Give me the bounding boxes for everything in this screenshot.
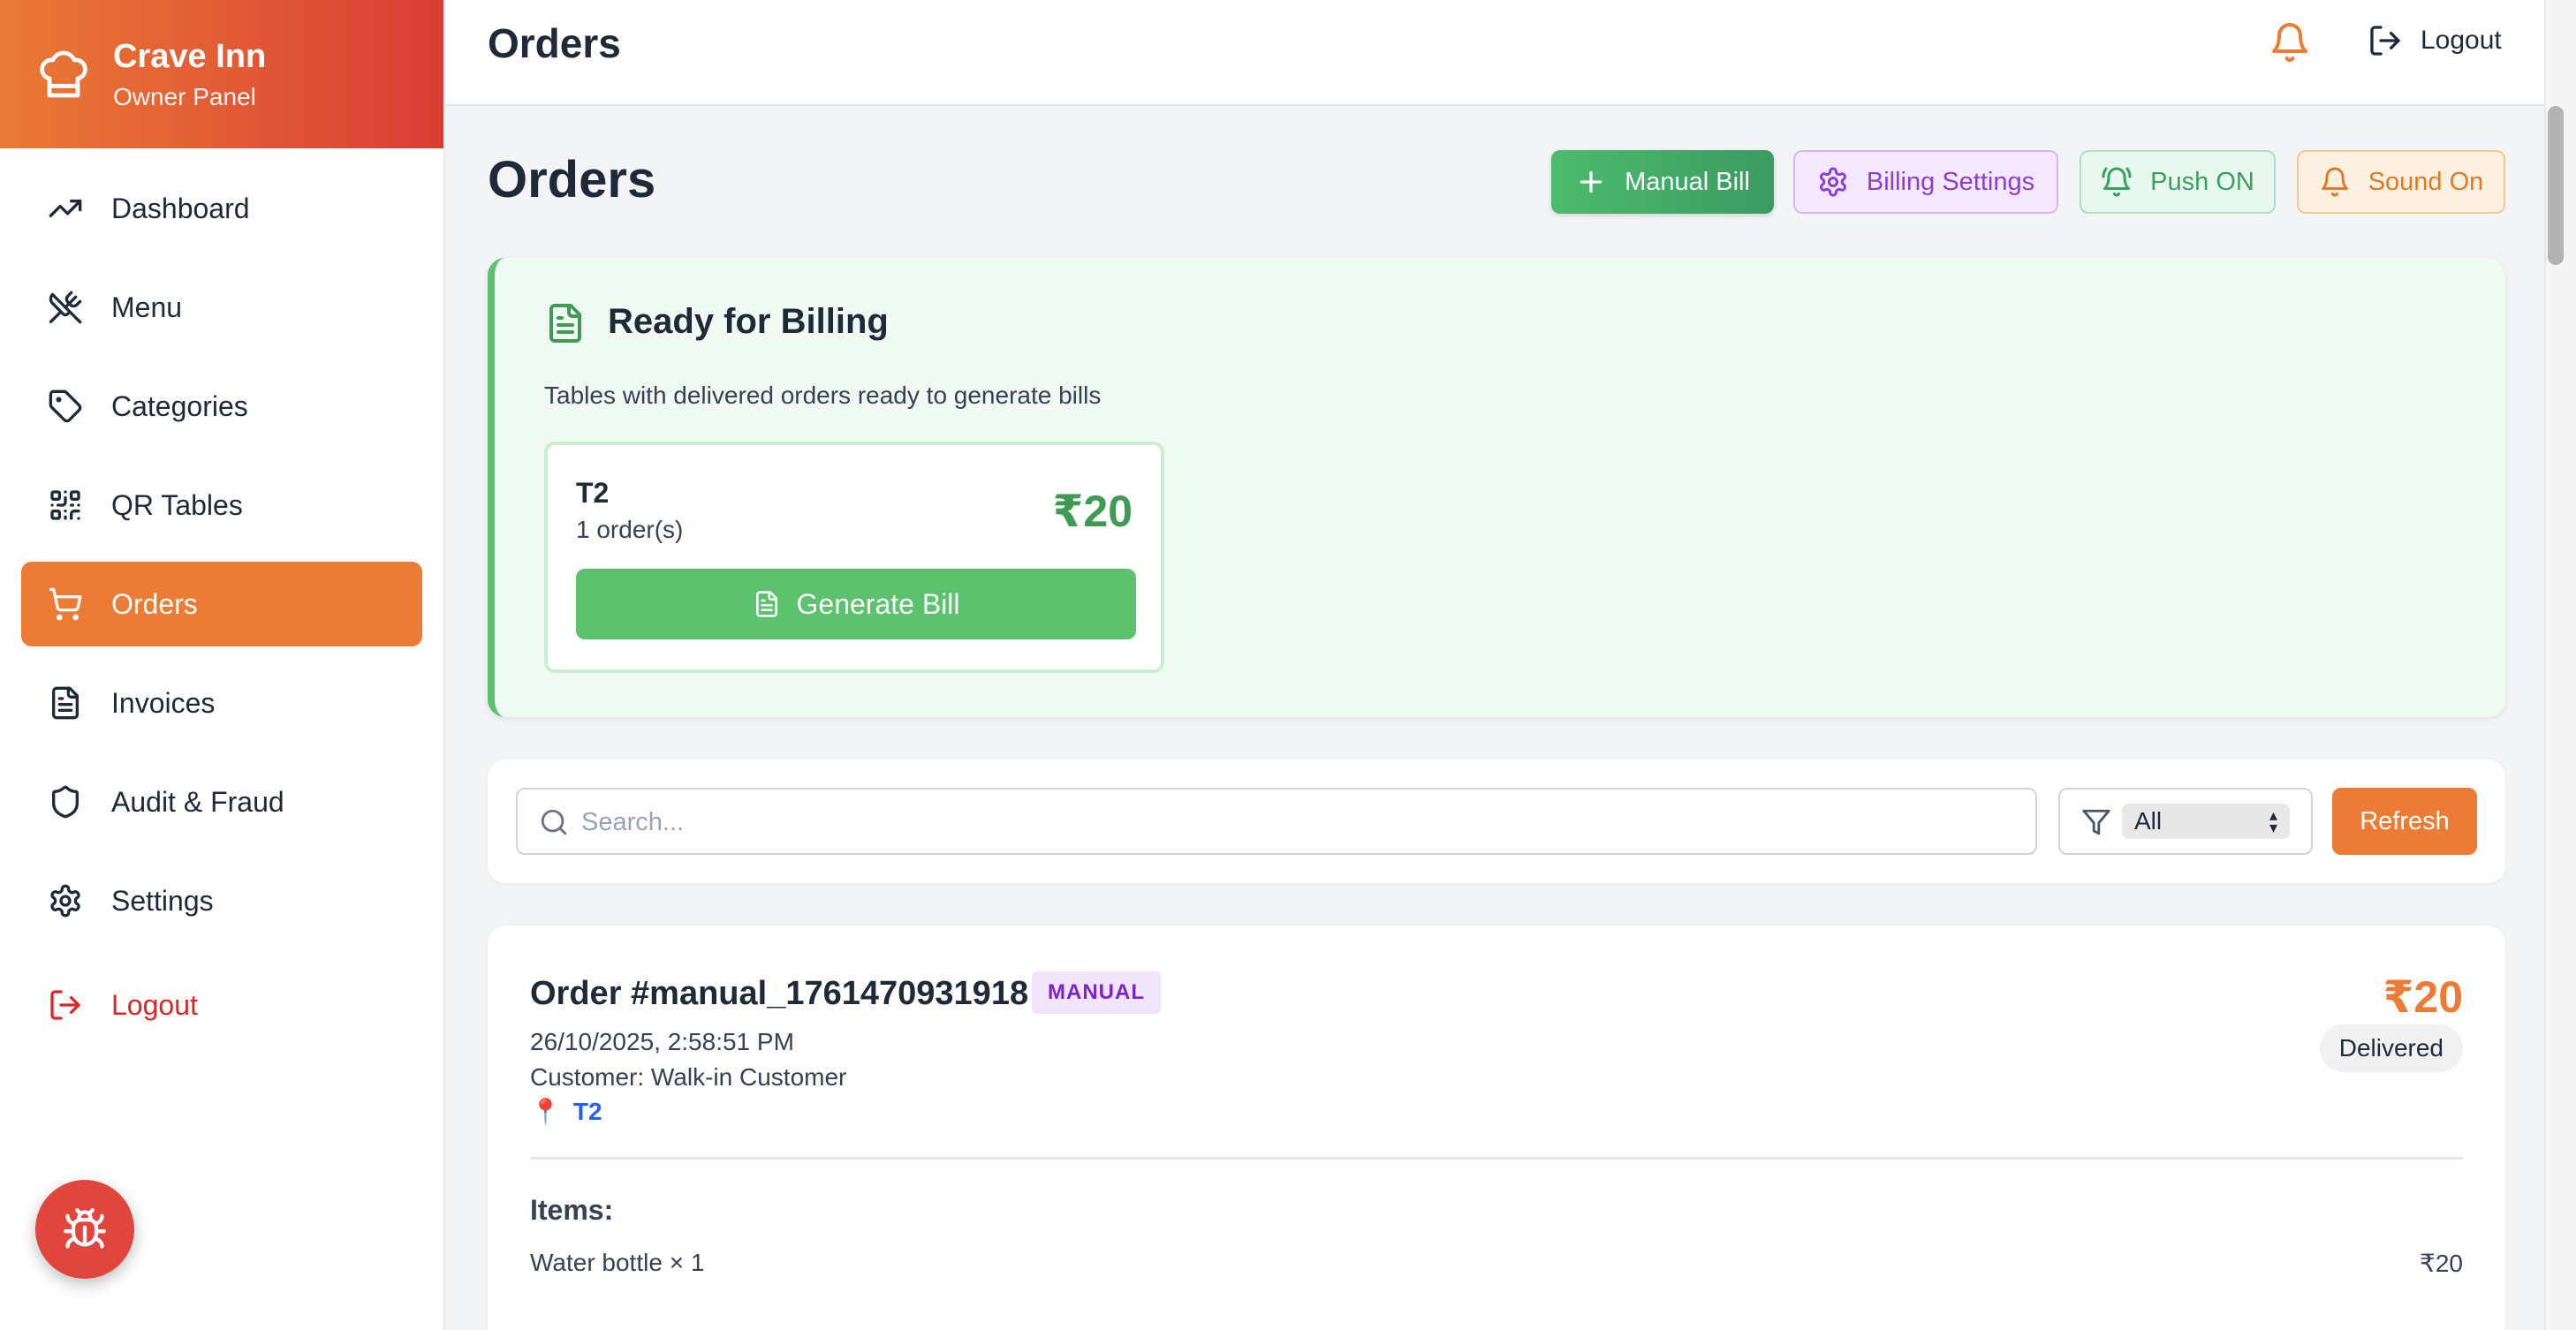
status-filter: All ▴ ▾ <box>2058 788 2313 855</box>
trending-up-icon <box>49 200 82 217</box>
search-box <box>516 788 2037 855</box>
manual-badge: MANUAL <box>1032 971 1161 1014</box>
sidebar: Crave Inn Owner Panel Dashboard Menu Cat… <box>0 0 445 1330</box>
bell-icon[interactable] <box>2269 21 2311 64</box>
order-card: Order #manual_1761470931918 MANUAL 26/10… <box>488 926 2505 1330</box>
sidebar-item-menu[interactable]: Menu <box>21 265 422 350</box>
tag-icon <box>49 389 82 423</box>
billing-table-name: T2 <box>576 477 610 509</box>
page-title: Orders <box>488 151 656 208</box>
log-out-icon <box>2370 26 2400 56</box>
items-heading: Items: <box>530 1194 614 1226</box>
sidebar-item-label: Dashboard <box>111 192 250 224</box>
order-amount: ₹20 <box>2383 972 2463 1022</box>
file-text-icon <box>52 686 80 720</box>
sidebar-item-label: Audit & Fraud <box>111 785 284 818</box>
gear-icon <box>1819 167 1846 197</box>
scrollbar-thumb[interactable] <box>2548 106 2564 265</box>
topbar-title: Orders <box>488 20 621 66</box>
top-bar: Orders Logout <box>445 0 2562 106</box>
billing-order-count: 1 order(s) <box>576 516 684 543</box>
billing-settings-button[interactable]: Billing Settings <box>1793 150 2058 214</box>
bell-ring-icon <box>2102 167 2132 197</box>
sidebar-item-audit-fraud[interactable]: Audit & Fraud <box>21 759 422 844</box>
sidebar-nav: Dashboard Menu Categories QR Tables Orde… <box>0 148 443 1047</box>
topbar-logout-label: Logout <box>2421 26 2502 55</box>
filter-bar: All ▴▾ Refresh <box>488 759 2505 883</box>
sidebar-logout[interactable]: Logout <box>21 963 422 1047</box>
billing-amount: ₹20 <box>1052 487 1133 536</box>
push-label: Push ON <box>2150 167 2254 196</box>
qr-code-icon <box>50 490 80 520</box>
search-icon <box>541 809 567 835</box>
status-select[interactable]: All ▴ ▾ <box>2122 804 2290 839</box>
sidebar-item-label: Orders <box>111 587 198 620</box>
order-date: 26/10/2025, 2:58:51 PM <box>530 1028 794 1055</box>
plus-icon <box>1580 170 1602 193</box>
order-table-link[interactable]: 📍 T2 <box>530 1097 602 1126</box>
ready-for-billing-card: Ready for Billing Tables with delivered … <box>488 258 2505 717</box>
refresh-button[interactable]: Refresh <box>2332 788 2477 855</box>
sound-toggle-button[interactable]: Sound On <box>2297 150 2505 214</box>
sidebar-item-categories[interactable]: Categories <box>21 364 422 449</box>
debug-button[interactable] <box>35 1180 134 1279</box>
shield-icon <box>52 785 80 819</box>
sidebar-item-invoices[interactable]: Invoices <box>21 661 422 745</box>
divider <box>530 1157 2463 1160</box>
sidebar-item-dashboard[interactable]: Dashboard <box>21 166 422 251</box>
sidebar-item-settings[interactable]: Settings <box>21 858 422 943</box>
sidebar-item-label: QR Tables <box>111 488 243 521</box>
order-customer: Customer: Walk-in Customer <box>530 1063 847 1091</box>
chef-hat-icon <box>40 50 87 98</box>
sidebar-item-label: Menu <box>111 291 183 323</box>
utensils-crossed-icon <box>49 291 82 324</box>
select-arrows-icon: ▴ ▾ <box>2269 806 2277 836</box>
file-text-icon <box>549 304 581 343</box>
billing-section-description: Tables with delivered orders ready to ge… <box>544 382 1102 409</box>
status-badge: Delivered <box>2319 1024 2463 1072</box>
log-out-icon <box>50 990 80 1020</box>
generate-bill-button[interactable]: Generate Bill <box>576 569 1136 639</box>
sidebar-item-label: Invoices <box>111 686 216 719</box>
file-text-icon <box>755 591 777 617</box>
topbar-logout-button[interactable]: Logout <box>2368 23 2502 58</box>
status-select-value: All <box>2134 807 2163 835</box>
brand-title: Crave Inn <box>113 37 267 75</box>
bell-icon <box>2321 167 2348 197</box>
bug-icon <box>64 1208 106 1249</box>
order-id: Order #manual_1761470931918 <box>530 975 1029 1012</box>
order-item-price: ₹20 <box>2420 1250 2463 1277</box>
billing-section-title: Ready for Billing <box>608 302 889 341</box>
filter-icon <box>2082 809 2110 835</box>
search-input[interactable] <box>581 804 2012 841</box>
order-table-label: T2 <box>572 1097 602 1125</box>
cart-icon <box>49 587 82 621</box>
sidebar-item-label: Categories <box>111 389 248 422</box>
sidebar-item-qr-tables[interactable]: QR Tables <box>21 463 422 548</box>
sidebar-item-orders[interactable]: Orders <box>21 562 422 646</box>
generate-bill-label: Generate Bill <box>796 587 960 620</box>
brand-header: Crave Inn Owner Panel <box>0 0 443 148</box>
order-item-name: Water bottle × 1 <box>530 1249 705 1276</box>
billing-settings-label: Billing Settings <box>1866 167 2035 196</box>
billing-table-card: T2 1 order(s) ₹20 Generate Bill <box>544 442 1164 673</box>
push-toggle-button[interactable]: Push ON <box>2080 150 2276 214</box>
manual-bill-label: Manual Bill <box>1625 167 1750 196</box>
manual-bill-button[interactable]: Manual Bill <box>1551 150 1774 214</box>
sidebar-logout-label: Logout <box>111 988 198 1021</box>
map-pin-icon: 📍 <box>530 1098 561 1125</box>
sound-label: Sound On <box>2368 167 2484 196</box>
sidebar-item-label: Settings <box>111 884 214 917</box>
brand-subtitle: Owner Panel <box>113 82 256 110</box>
gear-icon <box>50 884 80 918</box>
